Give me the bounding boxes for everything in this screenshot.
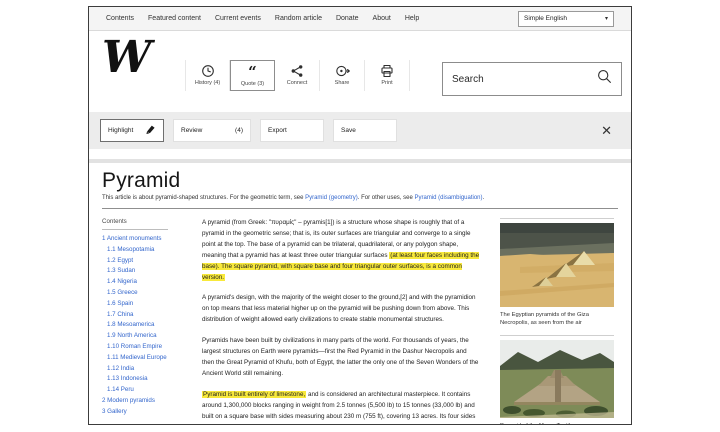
nav-about[interactable]: About — [373, 15, 391, 22]
review-label: Review — [181, 127, 202, 134]
save-label: Save — [341, 127, 356, 134]
save-button[interactable]: Save — [333, 119, 397, 142]
clock-icon — [201, 64, 215, 78]
title-rule — [102, 208, 618, 209]
share-button[interactable]: Share — [320, 60, 365, 91]
figure-column: The Egyptian pyramids of the Giza Necrop… — [500, 218, 614, 425]
history-button[interactable]: History (4) — [185, 60, 230, 91]
toc-item-nigeria[interactable]: 1.4 Nigeria — [102, 277, 180, 288]
marker-pen-icon — [145, 124, 156, 137]
table-of-contents: Contents 1 Ancient monuments 1.1 Mesopot… — [102, 218, 180, 418]
quote-button[interactable]: “ Quote (3) — [230, 60, 275, 91]
nav-donate[interactable]: Donate — [336, 15, 359, 22]
share-circle-icon — [335, 64, 350, 78]
figure-teotihuacan-caption: Pyramid of the Moon, Teotihuacan — [500, 422, 614, 425]
review-count: (4) — [235, 127, 243, 134]
link-pyramid-geometry[interactable]: Pyramid (geometry) — [305, 195, 358, 201]
toc-item-north-america[interactable]: 1.9 North America — [102, 331, 180, 342]
wiki-logo[interactable]: W — [102, 36, 151, 80]
quote-label: Quote (3) — [241, 81, 264, 87]
toc-item-modern-pyramids[interactable]: 2 Modern pyramids — [102, 396, 180, 407]
nav-contents[interactable]: Contents — [106, 15, 134, 22]
paragraph-3: Pyramids have been built by civilization… — [202, 336, 480, 380]
teotihuacan-image[interactable] — [500, 340, 614, 418]
nav-featured-content[interactable]: Featured content — [148, 15, 201, 22]
figure-teotihuacan: Pyramid of the Moon, Teotihuacan — [500, 335, 614, 425]
paragraph-2: A pyramid's design, with the majority of… — [202, 293, 480, 326]
toc-item-sudan[interactable]: 1.3 Sudan — [102, 266, 180, 277]
header: W History (4) “ Quote (3) Connect — [89, 31, 631, 112]
toc-item-peru[interactable]: 1.14 Peru — [102, 385, 180, 396]
giza-aerial-image[interactable] — [500, 223, 614, 307]
article-body: A pyramid (from Greek: "πυραμίς" – pyram… — [202, 218, 480, 425]
paragraph-1: A pyramid (from Greek: "πυραμίς" – pyram… — [202, 218, 480, 283]
connect-button[interactable]: Connect — [275, 60, 320, 91]
highlighted-text-2[interactable]: Pyramid is built entirely of limestone, — [202, 391, 306, 398]
toc-item-medieval-europe[interactable]: 1.11 Medieval Europe — [102, 353, 180, 364]
share-label: Share — [335, 80, 350, 86]
hatnote-text: This article is about pyramid-shaped str… — [102, 195, 305, 201]
toc-item-china[interactable]: 1.7 China — [102, 310, 180, 321]
article: Pyramid This article is about pyramid-sh… — [89, 163, 631, 425]
page-title: Pyramid — [102, 169, 618, 193]
close-icon[interactable]: ✕ — [601, 124, 612, 137]
share-nodes-icon — [290, 64, 304, 78]
highlight-button[interactable]: Highlight — [100, 119, 164, 142]
printer-icon — [380, 64, 394, 78]
top-navbar: Contents Featured content Current events… — [89, 7, 631, 31]
hatnote-text-mid: . For other uses, see — [358, 195, 415, 201]
language-value: Simple English — [524, 15, 567, 22]
nav-random-article[interactable]: Random article — [275, 15, 322, 22]
hatnote-text-end: . — [483, 195, 485, 201]
figure-giza: The Egyptian pyramids of the Giza Necrop… — [500, 218, 614, 327]
toc-item-india[interactable]: 1.12 India — [102, 364, 180, 375]
search-input[interactable] — [452, 74, 597, 85]
toc-item-indonesia[interactable]: 1.13 Indonesia — [102, 374, 180, 385]
search-icon[interactable] — [597, 69, 612, 89]
article-toolbar: History (4) “ Quote (3) Connect Share — [185, 60, 410, 91]
toc-item-mesopotamia[interactable]: 1.1 Mesopotamia — [102, 245, 180, 256]
language-dropdown[interactable]: Simple English ▾ — [518, 11, 614, 27]
toc-item-mesoamerica[interactable]: 1.8 Mesoamerica — [102, 320, 180, 331]
link-pyramid-disambiguation[interactable]: Pyramid (disambiguation) — [414, 195, 482, 201]
toc-item-egypt[interactable]: 1.2 Egypt — [102, 256, 180, 267]
search-box — [442, 62, 622, 96]
paragraph-4: Pyramid is built entirely of limestone, … — [202, 390, 480, 425]
nav-current-events[interactable]: Current events — [215, 15, 261, 22]
chevron-down-icon: ▾ — [605, 15, 608, 22]
nav-help[interactable]: Help — [405, 15, 419, 22]
print-button[interactable]: Print — [365, 60, 410, 91]
export-button[interactable]: Export — [260, 119, 324, 142]
quote-icon: “ — [248, 65, 257, 79]
print-label: Print — [381, 80, 392, 86]
app-window: Contents Featured content Current events… — [88, 6, 632, 425]
hatnote: This article is about pyramid-shaped str… — [102, 195, 618, 201]
toc-item-ancient-monuments[interactable]: 1 Ancient monuments — [102, 234, 180, 245]
toc-heading: Contents — [102, 218, 168, 230]
annotation-toolbar: Highlight Review (4) Export Save ✕ — [89, 112, 631, 149]
toc-item-gallery[interactable]: 3 Gallery — [102, 407, 180, 418]
history-label: History (4) — [195, 80, 220, 86]
toc-item-spain[interactable]: 1.6 Spain — [102, 299, 180, 310]
connect-label: Connect — [287, 80, 308, 86]
export-label: Export — [268, 127, 287, 134]
toc-item-greece[interactable]: 1.5 Greece — [102, 288, 180, 299]
review-button[interactable]: Review (4) — [173, 119, 251, 142]
figure-giza-caption: The Egyptian pyramids of the Giza Necrop… — [500, 311, 614, 327]
highlight-label: Highlight — [108, 127, 133, 134]
toc-item-roman-empire[interactable]: 1.10 Roman Empire — [102, 342, 180, 353]
